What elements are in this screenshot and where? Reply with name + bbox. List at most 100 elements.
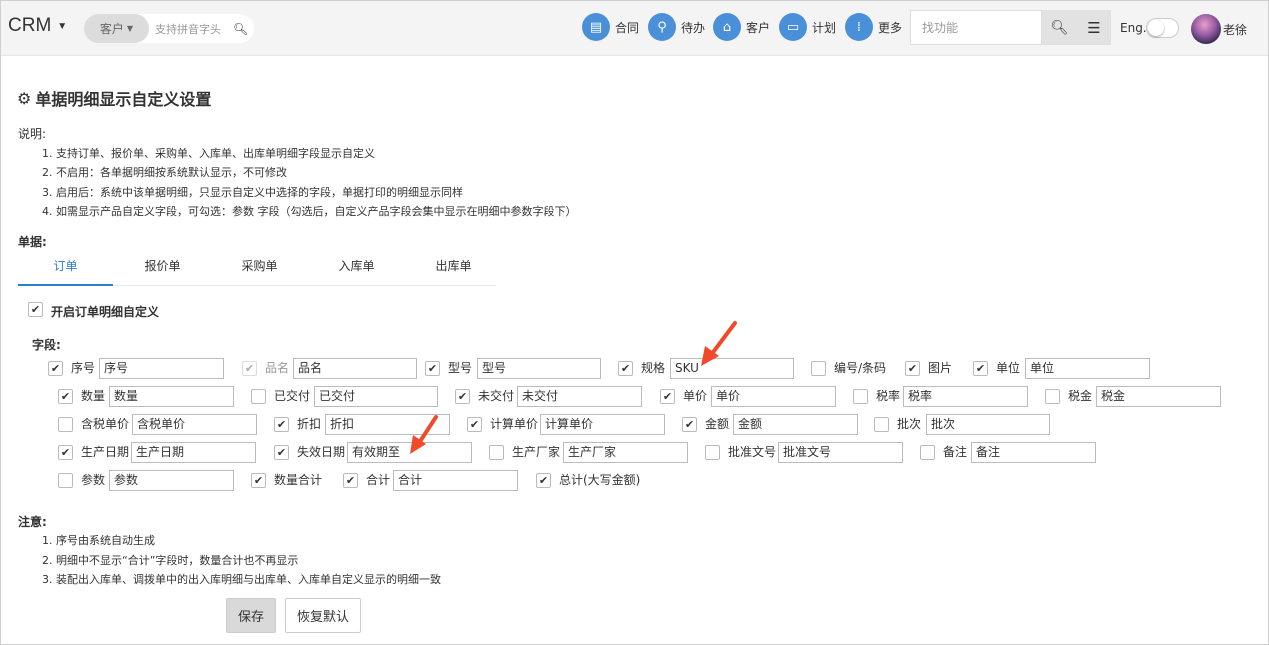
field-3-checkbox[interactable]: ✔: [618, 361, 633, 376]
tab-stock-out[interactable]: 出库单: [406, 253, 501, 286]
checkmark-icon: ✔: [620, 362, 631, 375]
field-6-checkbox[interactable]: ✔: [973, 361, 988, 376]
field-4-checkbox[interactable]: [811, 361, 826, 376]
search-scope-select[interactable]: 客户 ▼: [84, 14, 149, 43]
field-9-checkbox[interactable]: ✔: [455, 389, 470, 404]
field-12-checkbox[interactable]: [1045, 389, 1060, 404]
field-8-checkbox[interactable]: [251, 389, 266, 404]
field-12-label: 税金: [1068, 389, 1093, 403]
nav-more-label: 更多: [878, 20, 903, 35]
save-button[interactable]: 保存: [226, 598, 276, 633]
field-26-checkbox[interactable]: ✔: [536, 473, 551, 488]
field-14-display-name-input[interactable]: 折扣: [325, 414, 450, 435]
notes-label: 注意:: [18, 515, 47, 529]
find-search-button[interactable]: 🔍︎: [1042, 10, 1077, 45]
field-6-label: 单位: [996, 361, 1021, 375]
walking-person-icon: ⚲: [648, 13, 676, 41]
document-icon: ▤: [582, 13, 610, 41]
field-22-display-name-input[interactable]: 备注: [971, 442, 1096, 463]
checkmark-icon: ✔: [975, 362, 986, 375]
nav-customer[interactable]: ⌂ 客户: [713, 13, 770, 41]
search-icon[interactable]: 🔍︎: [233, 22, 248, 36]
tab-order[interactable]: 订单: [18, 253, 113, 286]
nav-plan[interactable]: ▭ 计划: [779, 13, 836, 41]
field-16-checkbox[interactable]: ✔: [682, 417, 697, 432]
field-9-label: 未交付: [478, 389, 515, 403]
brand-menu[interactable]: CRM ▼: [8, 15, 67, 37]
enable-custom-label: 开启订单明细自定义: [51, 305, 160, 319]
search-input[interactable]: 支持拼音字头: [155, 21, 227, 37]
field-8-label: 已交付: [274, 389, 311, 403]
field-18-display-name-input[interactable]: 生产日期: [131, 442, 256, 463]
field-0-checkbox[interactable]: ✔: [48, 361, 63, 376]
field-15-display-name-input[interactable]: 计算单价: [540, 414, 665, 435]
enable-custom-checkbox[interactable]: ✔: [28, 302, 43, 317]
field-16-label: 金额: [705, 417, 730, 431]
app-window: CRM ▼ 客户 ▼ 支持拼音字头 🔍︎ ▤ 合同 ⚲ 待办 ⌂ 客户 ▭ 计划: [0, 0, 1269, 645]
field-5-checkbox[interactable]: ✔: [905, 361, 920, 376]
field-10-checkbox[interactable]: ✔: [660, 389, 675, 404]
field-12-display-name-input[interactable]: 税金: [1096, 386, 1221, 407]
field-14-checkbox[interactable]: ✔: [274, 417, 289, 432]
field-5-label: 图片: [928, 361, 953, 375]
field-23-checkbox[interactable]: [58, 473, 73, 488]
field-13-checkbox[interactable]: [58, 417, 73, 432]
field-1-display-name-input[interactable]: 品名: [293, 358, 417, 379]
field-13-label: 含税单价: [81, 417, 130, 431]
checkmark-icon: ✔: [276, 418, 287, 431]
menu-button[interactable]: ☰: [1077, 10, 1111, 45]
field-18-checkbox[interactable]: ✔: [58, 445, 73, 460]
description-line: 4. 如需显示产品自定义字段，可勾选：参数 字段（勾选后，自定义产品字段会集中显…: [42, 205, 577, 218]
nav-contract[interactable]: ▤ 合同: [582, 13, 639, 41]
username[interactable]: 老徐: [1223, 21, 1247, 38]
field-21-checkbox[interactable]: [705, 445, 720, 460]
avatar[interactable]: [1191, 14, 1221, 44]
field-7-checkbox[interactable]: ✔: [58, 389, 73, 404]
field-15-label: 计算单价: [490, 417, 539, 431]
reset-default-button[interactable]: 恢复默认: [285, 598, 361, 633]
tab-stock-in[interactable]: 入库单: [309, 253, 404, 286]
field-19-display-name-input[interactable]: 有效期至: [347, 442, 472, 463]
field-17-display-name-input[interactable]: 批次: [926, 414, 1050, 435]
field-10-display-name-input[interactable]: 单价: [711, 386, 836, 407]
nav-more[interactable]: ⁞ 更多: [845, 13, 902, 41]
field-16-display-name-input[interactable]: 金额: [733, 414, 858, 435]
field-17-checkbox[interactable]: [874, 417, 889, 432]
field-9-display-name-input[interactable]: 未交付: [517, 386, 642, 407]
tab-quote[interactable]: 报价单: [115, 253, 210, 286]
field-23-display-name-input[interactable]: 参数: [109, 470, 234, 491]
find-function-input[interactable]: 找功能: [910, 10, 1042, 45]
nav-contract-label: 合同: [615, 20, 640, 35]
checkmark-icon: ✔: [50, 362, 61, 375]
language-toggle[interactable]: [1146, 18, 1179, 38]
field-25-checkbox[interactable]: ✔: [343, 473, 358, 488]
field-13-display-name-input[interactable]: 含税单价: [132, 414, 257, 435]
note-line: 3. 装配出入库单、调拨单中的出入库明细与出库单、入库单自定义显示的明细一致: [42, 573, 441, 586]
checkmark-icon: ✔: [30, 303, 41, 316]
field-6-display-name-input[interactable]: 单位: [1025, 358, 1150, 379]
search-scope-label: 客户: [99, 22, 124, 36]
field-11-display-name-input[interactable]: 税率: [903, 386, 1028, 407]
field-20-checkbox[interactable]: [489, 445, 504, 460]
checkmark-icon: ✔: [60, 390, 71, 403]
field-11-checkbox[interactable]: [853, 389, 868, 404]
field-24-checkbox[interactable]: ✔: [251, 473, 266, 488]
field-19-checkbox[interactable]: ✔: [274, 445, 289, 460]
field-21-display-name-input[interactable]: 批准文号: [778, 442, 903, 463]
field-15-checkbox[interactable]: ✔: [467, 417, 482, 432]
field-3-display-name-input[interactable]: SKU: [670, 358, 794, 379]
tab-purchase[interactable]: 采购单: [212, 253, 307, 286]
search-icon: 🔍︎: [1050, 19, 1069, 36]
field-2-checkbox[interactable]: ✔: [425, 361, 440, 376]
field-8-display-name-input[interactable]: 已交付: [314, 386, 438, 407]
field-2-display-name-input[interactable]: 型号: [477, 358, 601, 379]
field-7-display-name-input[interactable]: 数量: [109, 386, 234, 407]
field-20-display-name-input[interactable]: 生产厂家: [563, 442, 688, 463]
field-25-display-name-input[interactable]: 合计: [393, 470, 518, 491]
checkmark-icon: ✔: [244, 362, 255, 375]
field-3-label: 规格: [641, 361, 666, 375]
nav-plan-label: 计划: [812, 20, 837, 35]
nav-todo[interactable]: ⚲ 待办: [648, 13, 705, 41]
field-22-checkbox[interactable]: [920, 445, 935, 460]
field-0-display-name-input[interactable]: 序号: [99, 358, 224, 379]
